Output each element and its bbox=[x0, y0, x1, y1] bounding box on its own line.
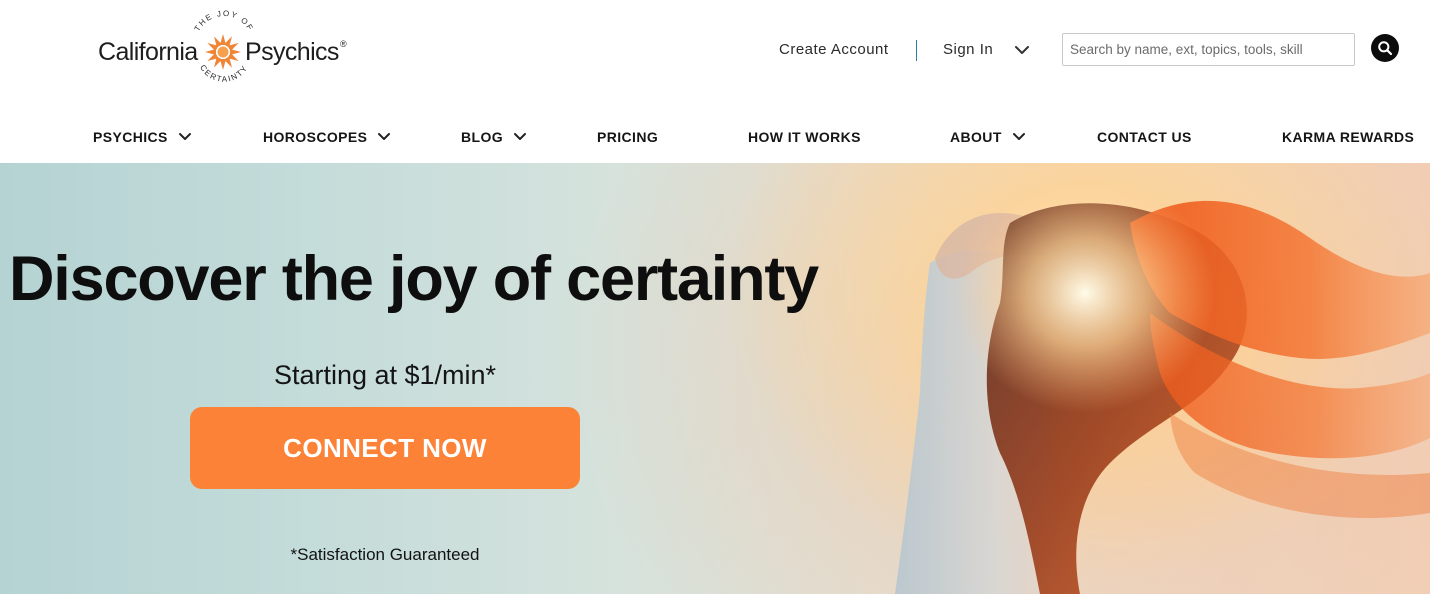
sign-in-link[interactable]: Sign In bbox=[943, 41, 993, 58]
nav-horoscopes[interactable]: HOROSCOPES bbox=[263, 127, 391, 147]
nav-label: BLOG bbox=[461, 129, 504, 145]
nav-label: HOROSCOPES bbox=[263, 129, 368, 145]
hero-price-note: Starting at $1/min* bbox=[273, 360, 497, 390]
connect-now-label: CONNECT NOW bbox=[283, 432, 487, 463]
logo-wordmark-left: California bbox=[98, 38, 198, 66]
nav-label: KARMA REWARDS bbox=[1282, 129, 1415, 145]
nav-label: ABOUT bbox=[950, 129, 1002, 145]
nav-how-it-works[interactable]: HOW IT WORKS bbox=[748, 127, 861, 147]
nav-blog[interactable]: BLOG bbox=[461, 127, 527, 147]
site-logo[interactable]: California Psychics ® THE JOY OF CERTAIN… bbox=[96, 9, 356, 96]
nav-contact-us[interactable]: CONTACT US bbox=[1097, 127, 1192, 147]
connect-now-button[interactable]: CONNECT NOW bbox=[190, 407, 580, 489]
search-input[interactable] bbox=[1062, 33, 1355, 66]
chevron-down-icon[interactable] bbox=[1013, 43, 1031, 57]
nav-label: CONTACT US bbox=[1097, 129, 1192, 145]
nav-karma-rewards[interactable]: KARMA REWARDS bbox=[1282, 127, 1414, 147]
hero-title: Discover the joy of certainty bbox=[9, 244, 819, 314]
hero-banner: Discover the joy of certainty Starting a… bbox=[0, 163, 1430, 594]
search-button[interactable] bbox=[1371, 34, 1399, 62]
nav-label: PRICING bbox=[597, 129, 659, 145]
chevron-down-icon bbox=[514, 133, 527, 140]
nav-label: HOW IT WORKS bbox=[748, 129, 861, 145]
logo-tagline: THE JOY OF CERTAINTY bbox=[193, 9, 256, 84]
nav-label: PSYCHICS bbox=[93, 129, 168, 145]
satisfaction-guarantee: *Satisfaction Guaranteed bbox=[290, 545, 480, 564]
chevron-down-icon bbox=[1012, 133, 1025, 140]
logo-tagline-top: THE JOY OF bbox=[193, 9, 256, 33]
chevron-down-icon bbox=[178, 133, 191, 140]
nav-pricing[interactable]: PRICING bbox=[597, 127, 658, 147]
search-icon bbox=[1378, 41, 1393, 56]
nav-psychics[interactable]: PSYCHICS bbox=[93, 127, 192, 147]
registered-mark: ® bbox=[340, 39, 347, 49]
chevron-down-icon bbox=[378, 133, 391, 140]
site-header: California Psychics ® THE JOY OF CERTAIN… bbox=[0, 0, 1430, 163]
utility-divider bbox=[916, 40, 917, 61]
logo-tagline-bottom: CERTAINTY bbox=[198, 63, 250, 84]
nav-about[interactable]: ABOUT bbox=[950, 127, 1026, 147]
create-account-link[interactable]: Create Account bbox=[779, 41, 889, 58]
